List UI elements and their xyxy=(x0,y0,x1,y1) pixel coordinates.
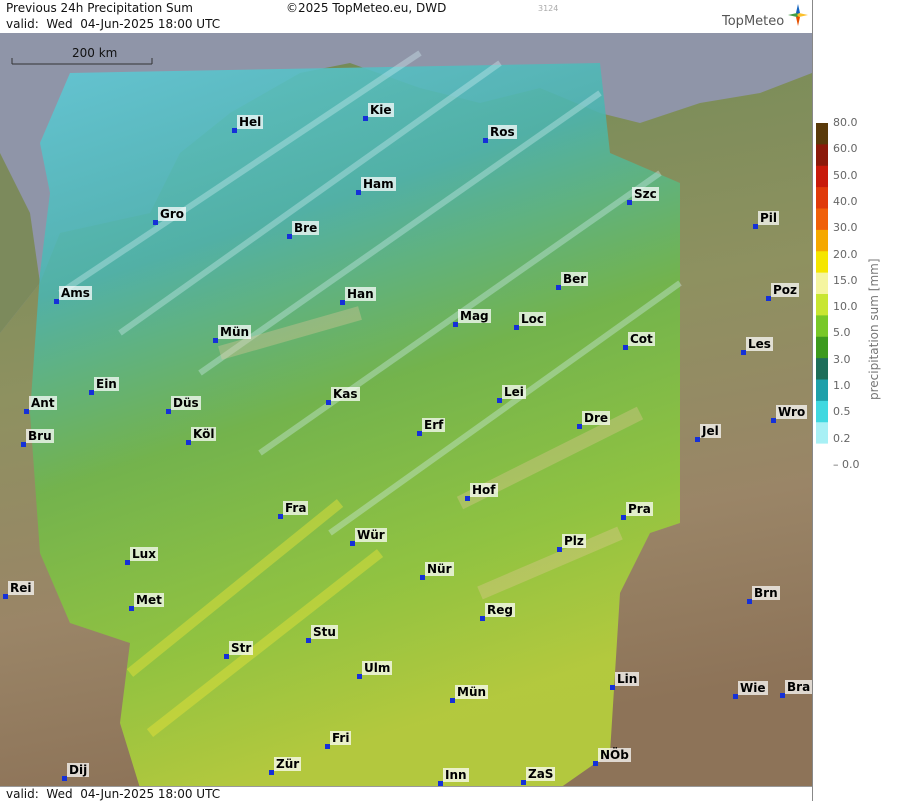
city-label: NÖb xyxy=(598,748,631,762)
copyright: ©2025 TopMeteo.eu, DWD xyxy=(286,1,447,15)
city-label: Hel xyxy=(237,115,264,129)
city-label: Inn xyxy=(443,768,469,782)
legend-level-label: 1.0 xyxy=(833,379,851,392)
legend-swatch xyxy=(816,422,828,445)
legend-swatch xyxy=(816,187,828,209)
city-label: Str xyxy=(229,641,254,655)
legend-swatch xyxy=(816,144,828,167)
legend-level-label: 0.2 xyxy=(833,431,851,445)
legend-level-label: 20.0 xyxy=(833,247,858,261)
legend-swatch xyxy=(816,400,828,423)
city-label: Lei xyxy=(502,385,526,399)
legend-swatch xyxy=(816,336,828,359)
city-label: Erf xyxy=(422,418,446,432)
legend-level-label: 60.0 xyxy=(833,142,858,156)
legend-level-label: 3.0 xyxy=(833,352,851,366)
header-bar: Previous 24h Precipitation Sum valid: We… xyxy=(0,0,812,34)
legend-level-label: 10.0 xyxy=(833,300,858,314)
legend-level-label: 15.0 xyxy=(833,273,858,287)
city-label: Brn xyxy=(752,586,780,600)
city-label: Loc xyxy=(519,312,547,326)
city-label: Dij xyxy=(67,763,90,777)
city-label: Stu xyxy=(311,625,338,639)
city-label: Wür xyxy=(355,528,387,542)
legend-swatch xyxy=(816,315,828,338)
legend-swatch xyxy=(816,358,828,380)
city-label: Kas xyxy=(331,387,360,401)
city-label: ZaS xyxy=(526,767,556,781)
legend-colorbar xyxy=(816,123,828,465)
city-label: Dre xyxy=(582,411,611,425)
city-label: Pil xyxy=(758,211,780,225)
city-label: Szc xyxy=(632,187,659,201)
city-label: Köl xyxy=(191,427,217,441)
city-label: Poz xyxy=(771,283,800,297)
city-label: Mün xyxy=(455,685,489,699)
topmeteo-logo: TopMeteo xyxy=(722,14,785,29)
city-label: Reg xyxy=(485,603,515,617)
city-label: Ams xyxy=(59,286,92,300)
city-label: Zür xyxy=(274,757,302,771)
city-label: Plz xyxy=(562,534,586,548)
city-label: Ros xyxy=(488,125,517,139)
city-label: Lin xyxy=(615,672,640,686)
legend-level-label: 30.0 xyxy=(833,221,858,235)
compass-logo-icon xyxy=(788,4,808,26)
city-label: Ein xyxy=(94,377,119,391)
city-label: Cot xyxy=(628,332,655,346)
city-label: Les xyxy=(746,337,773,351)
map-canvas xyxy=(0,33,812,788)
city-label: Wie xyxy=(738,681,768,695)
legend-swatch xyxy=(816,294,828,316)
legend-panel: precipitation sum [mm] xyxy=(812,0,904,801)
legend-level-label: 40.0 xyxy=(833,194,858,208)
legend-level-label: 5.0 xyxy=(833,326,851,340)
city-label: Fri xyxy=(330,731,352,745)
legend-swatch xyxy=(816,443,828,465)
city-label: Pra xyxy=(626,502,653,516)
city-label: Bra xyxy=(785,680,813,694)
legend-swatch xyxy=(816,229,828,252)
city-label: Met xyxy=(134,593,164,607)
precipitation-map[interactable]: 200 km xyxy=(0,33,812,788)
city-label: Ham xyxy=(361,177,396,191)
city-label: Düs xyxy=(171,396,201,410)
city-label: Nür xyxy=(425,562,454,576)
city-label: Hof xyxy=(470,483,498,497)
city-label: Gro xyxy=(158,207,187,221)
footer-bar: valid: Wed 04-Jun-2025 18:00 UTC xyxy=(0,786,812,802)
city-label: Bre xyxy=(292,221,320,235)
legend-level-label: 80.0 xyxy=(833,116,858,129)
valid-time: valid: Wed 04-Jun-2025 18:00 UTC xyxy=(6,17,221,31)
legend-swatch xyxy=(816,251,828,274)
city-label: Fra xyxy=(283,501,309,515)
legend-level-label: 0.5 xyxy=(833,405,851,419)
city-label: Rei xyxy=(8,581,34,595)
footer-valid-time: valid: Wed 04-Jun-2025 18:00 UTC xyxy=(6,787,221,801)
product-code: 3124 xyxy=(538,4,559,13)
legend-swatch xyxy=(816,272,828,295)
city-label: Lux xyxy=(130,547,158,561)
legend-swatch xyxy=(816,208,828,231)
city-label: Kie xyxy=(368,103,394,117)
city-label: Han xyxy=(345,287,376,301)
legend-swatch xyxy=(816,165,828,188)
city-label: Mag xyxy=(458,309,491,323)
map-title: Previous 24h Precipitation Sum xyxy=(6,1,193,15)
legend-level-label: 50.0 xyxy=(833,168,858,182)
city-label: Ber xyxy=(561,272,589,286)
legend-axis-label: precipitation sum [mm] xyxy=(867,258,881,400)
legend-level-label: – 0.0 xyxy=(833,457,860,471)
scale-label: 200 km xyxy=(72,46,118,60)
city-label: Ulm xyxy=(362,661,393,675)
city-label: Wro xyxy=(776,405,808,419)
city-label: Ant xyxy=(29,396,57,410)
city-label: Mün xyxy=(218,325,252,339)
city-label: Bru xyxy=(26,429,54,443)
legend-swatch xyxy=(816,379,828,402)
legend-swatch xyxy=(816,123,828,145)
city-label: Jel xyxy=(700,424,721,438)
